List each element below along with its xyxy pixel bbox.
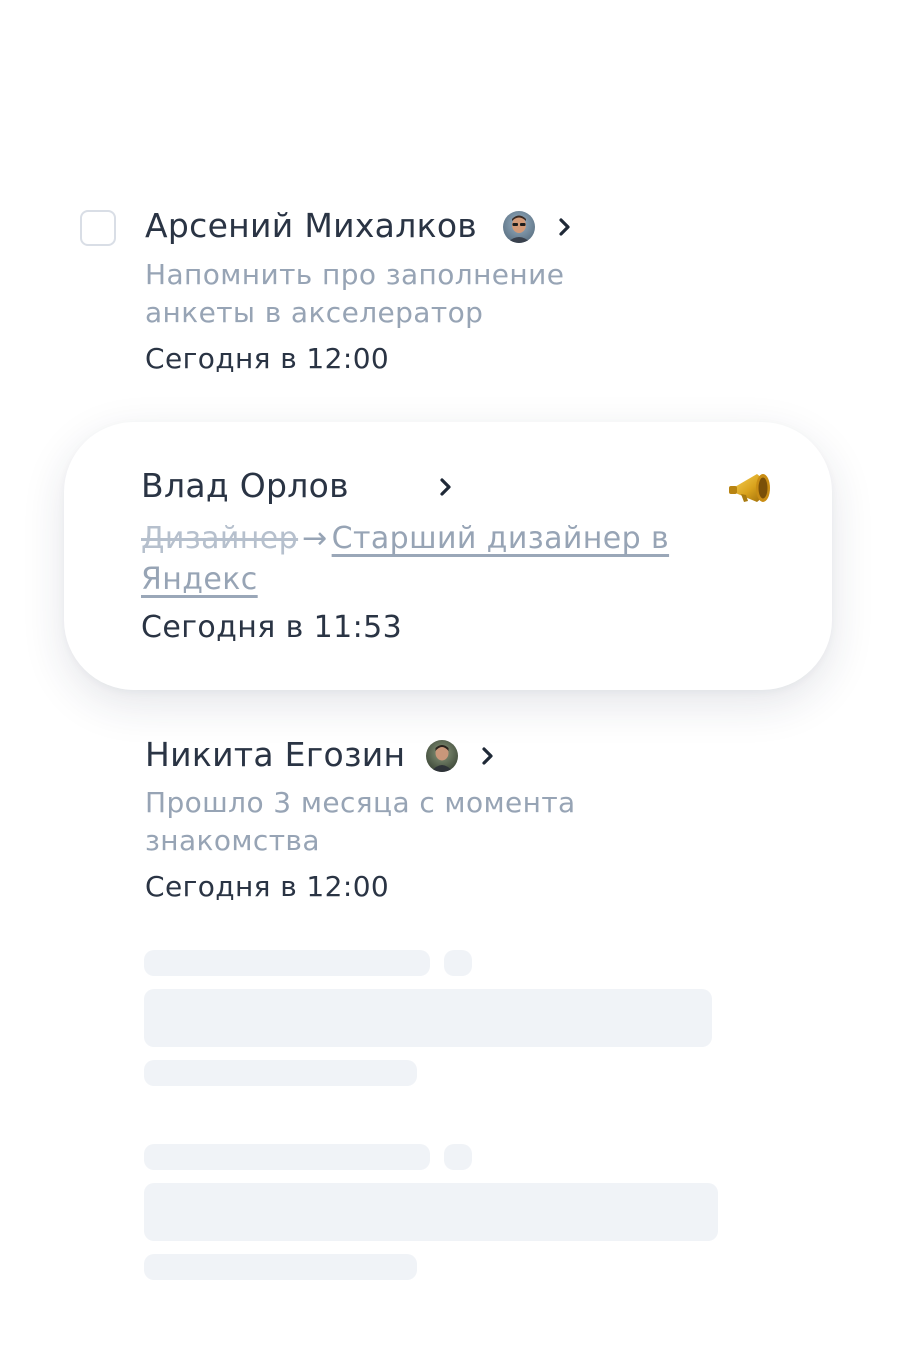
skeleton-time (144, 1254, 417, 1280)
task-checkbox[interactable] (80, 210, 116, 246)
task-time: Сегодня в 11:53 (141, 610, 403, 645)
skeleton-avatar (444, 1144, 472, 1170)
contact-name[interactable]: Никита Егозин (145, 735, 405, 774)
old-position: Дизайнер (141, 521, 299, 556)
contact-name[interactable]: Влад Орлов (141, 466, 349, 505)
skeleton-description (144, 1183, 718, 1241)
chevron-right-icon[interactable] (551, 213, 579, 241)
contact-name[interactable]: Арсений Михалков (145, 206, 477, 245)
task-description: Напомнить про заполнение анкеты в акселе… (145, 258, 565, 329)
skeleton-name (144, 1144, 430, 1170)
chevron-right-icon[interactable] (474, 742, 502, 770)
chevron-right-icon[interactable] (432, 473, 460, 501)
skeleton-time (144, 1060, 417, 1086)
skeleton-description (144, 989, 712, 1047)
task-time: Сегодня в 12:00 (145, 870, 390, 903)
position-change: Дизайнер → Старший дизайнер в Яндекс (141, 518, 701, 600)
contact-avatar (426, 740, 458, 772)
skeleton-name (144, 950, 430, 976)
megaphone-icon (727, 466, 775, 506)
skeleton-avatar (444, 950, 472, 976)
task-description: Прошло 3 месяца с момента знакомства (145, 786, 576, 857)
task-time: Сегодня в 12:00 (145, 342, 390, 375)
contact-avatar (503, 211, 535, 243)
arrow-right-icon: → (302, 521, 328, 556)
